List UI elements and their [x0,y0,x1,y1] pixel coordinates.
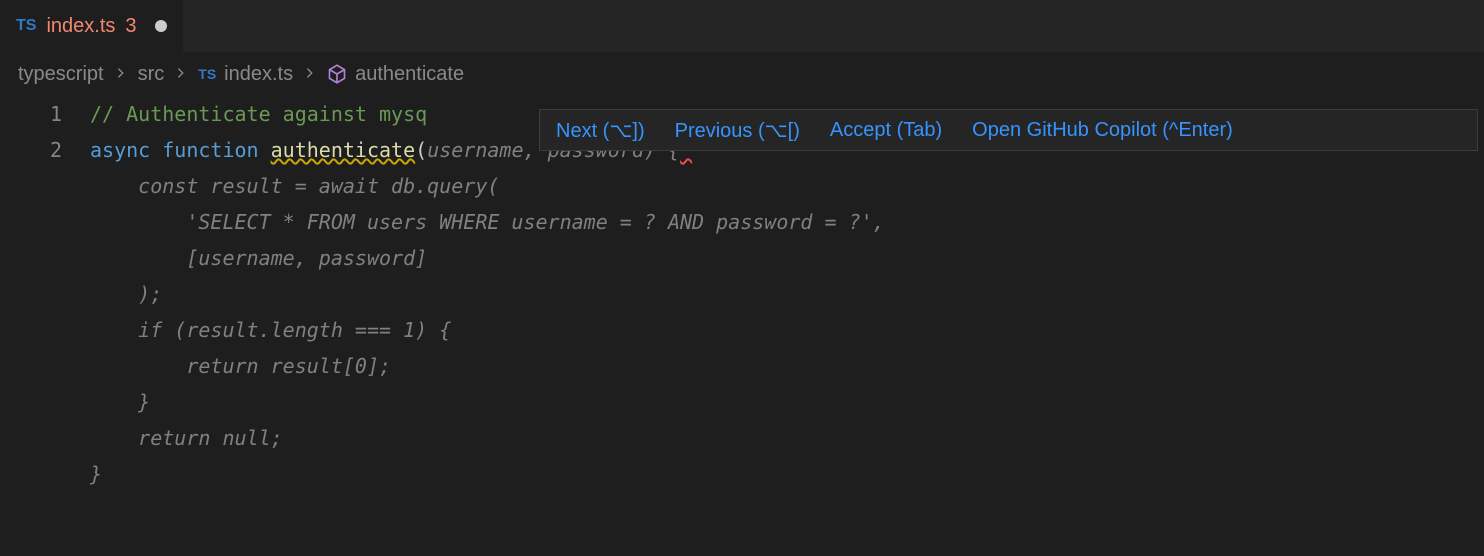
copilot-previous-button[interactable]: Previous (⌥[) [675,118,800,143]
inline-suggestion-line: ); [90,276,1484,312]
inline-suggestion-line: } [90,384,1484,420]
inline-suggestion-line: const result = await db.query( [90,168,1484,204]
chevron-right-icon [174,63,188,86]
typescript-icon: TS [198,66,216,82]
line-number: 2 [0,132,62,168]
tab-label: index.ts [46,15,115,38]
breadcrumb-symbol[interactable]: authenticate [327,63,464,86]
copilot-open-button[interactable]: Open GitHub Copilot (^Enter) [972,119,1233,142]
tab-bar: TS index.ts 3 [0,0,1484,52]
breadcrumbs: typescript src TS index.ts authenticate [0,52,1484,96]
tab-index-ts[interactable]: TS index.ts 3 [0,0,184,52]
breadcrumb-src[interactable]: src [138,63,165,86]
copilot-inline-toolbar: Next (⌥]) Previous (⌥[) Accept (Tab) Ope… [539,109,1478,151]
breadcrumb-typescript[interactable]: typescript [18,63,104,86]
chevron-right-icon [303,63,317,86]
copilot-accept-button[interactable]: Accept (Tab) [830,119,942,142]
copilot-next-button[interactable]: Next (⌥]) [556,118,645,143]
inline-suggestion-line: 'SELECT * FROM users WHERE username = ? … [90,204,1484,240]
inline-suggestion-line: return result[0]; [90,348,1484,384]
line-number: 1 [0,96,62,132]
chevron-right-icon [114,63,128,86]
editor[interactable]: 1 2 // Authenticate against mysqasync fu… [0,96,1484,492]
inline-suggestion-line: [username, password] [90,240,1484,276]
inline-suggestion-line: if (result.length === 1) { [90,312,1484,348]
unsaved-indicator-icon [155,20,167,32]
typescript-icon: TS [16,17,36,35]
symbol-method-icon [327,64,347,84]
line-number-gutter: 1 2 [0,96,90,492]
tab-problems-count: 3 [125,15,136,38]
breadcrumb-file[interactable]: TS index.ts [198,63,293,86]
code-content[interactable]: // Authenticate against mysqasync functi… [90,96,1484,492]
inline-suggestion-line: } [90,456,1484,492]
inline-suggestion-line: return null; [90,420,1484,456]
